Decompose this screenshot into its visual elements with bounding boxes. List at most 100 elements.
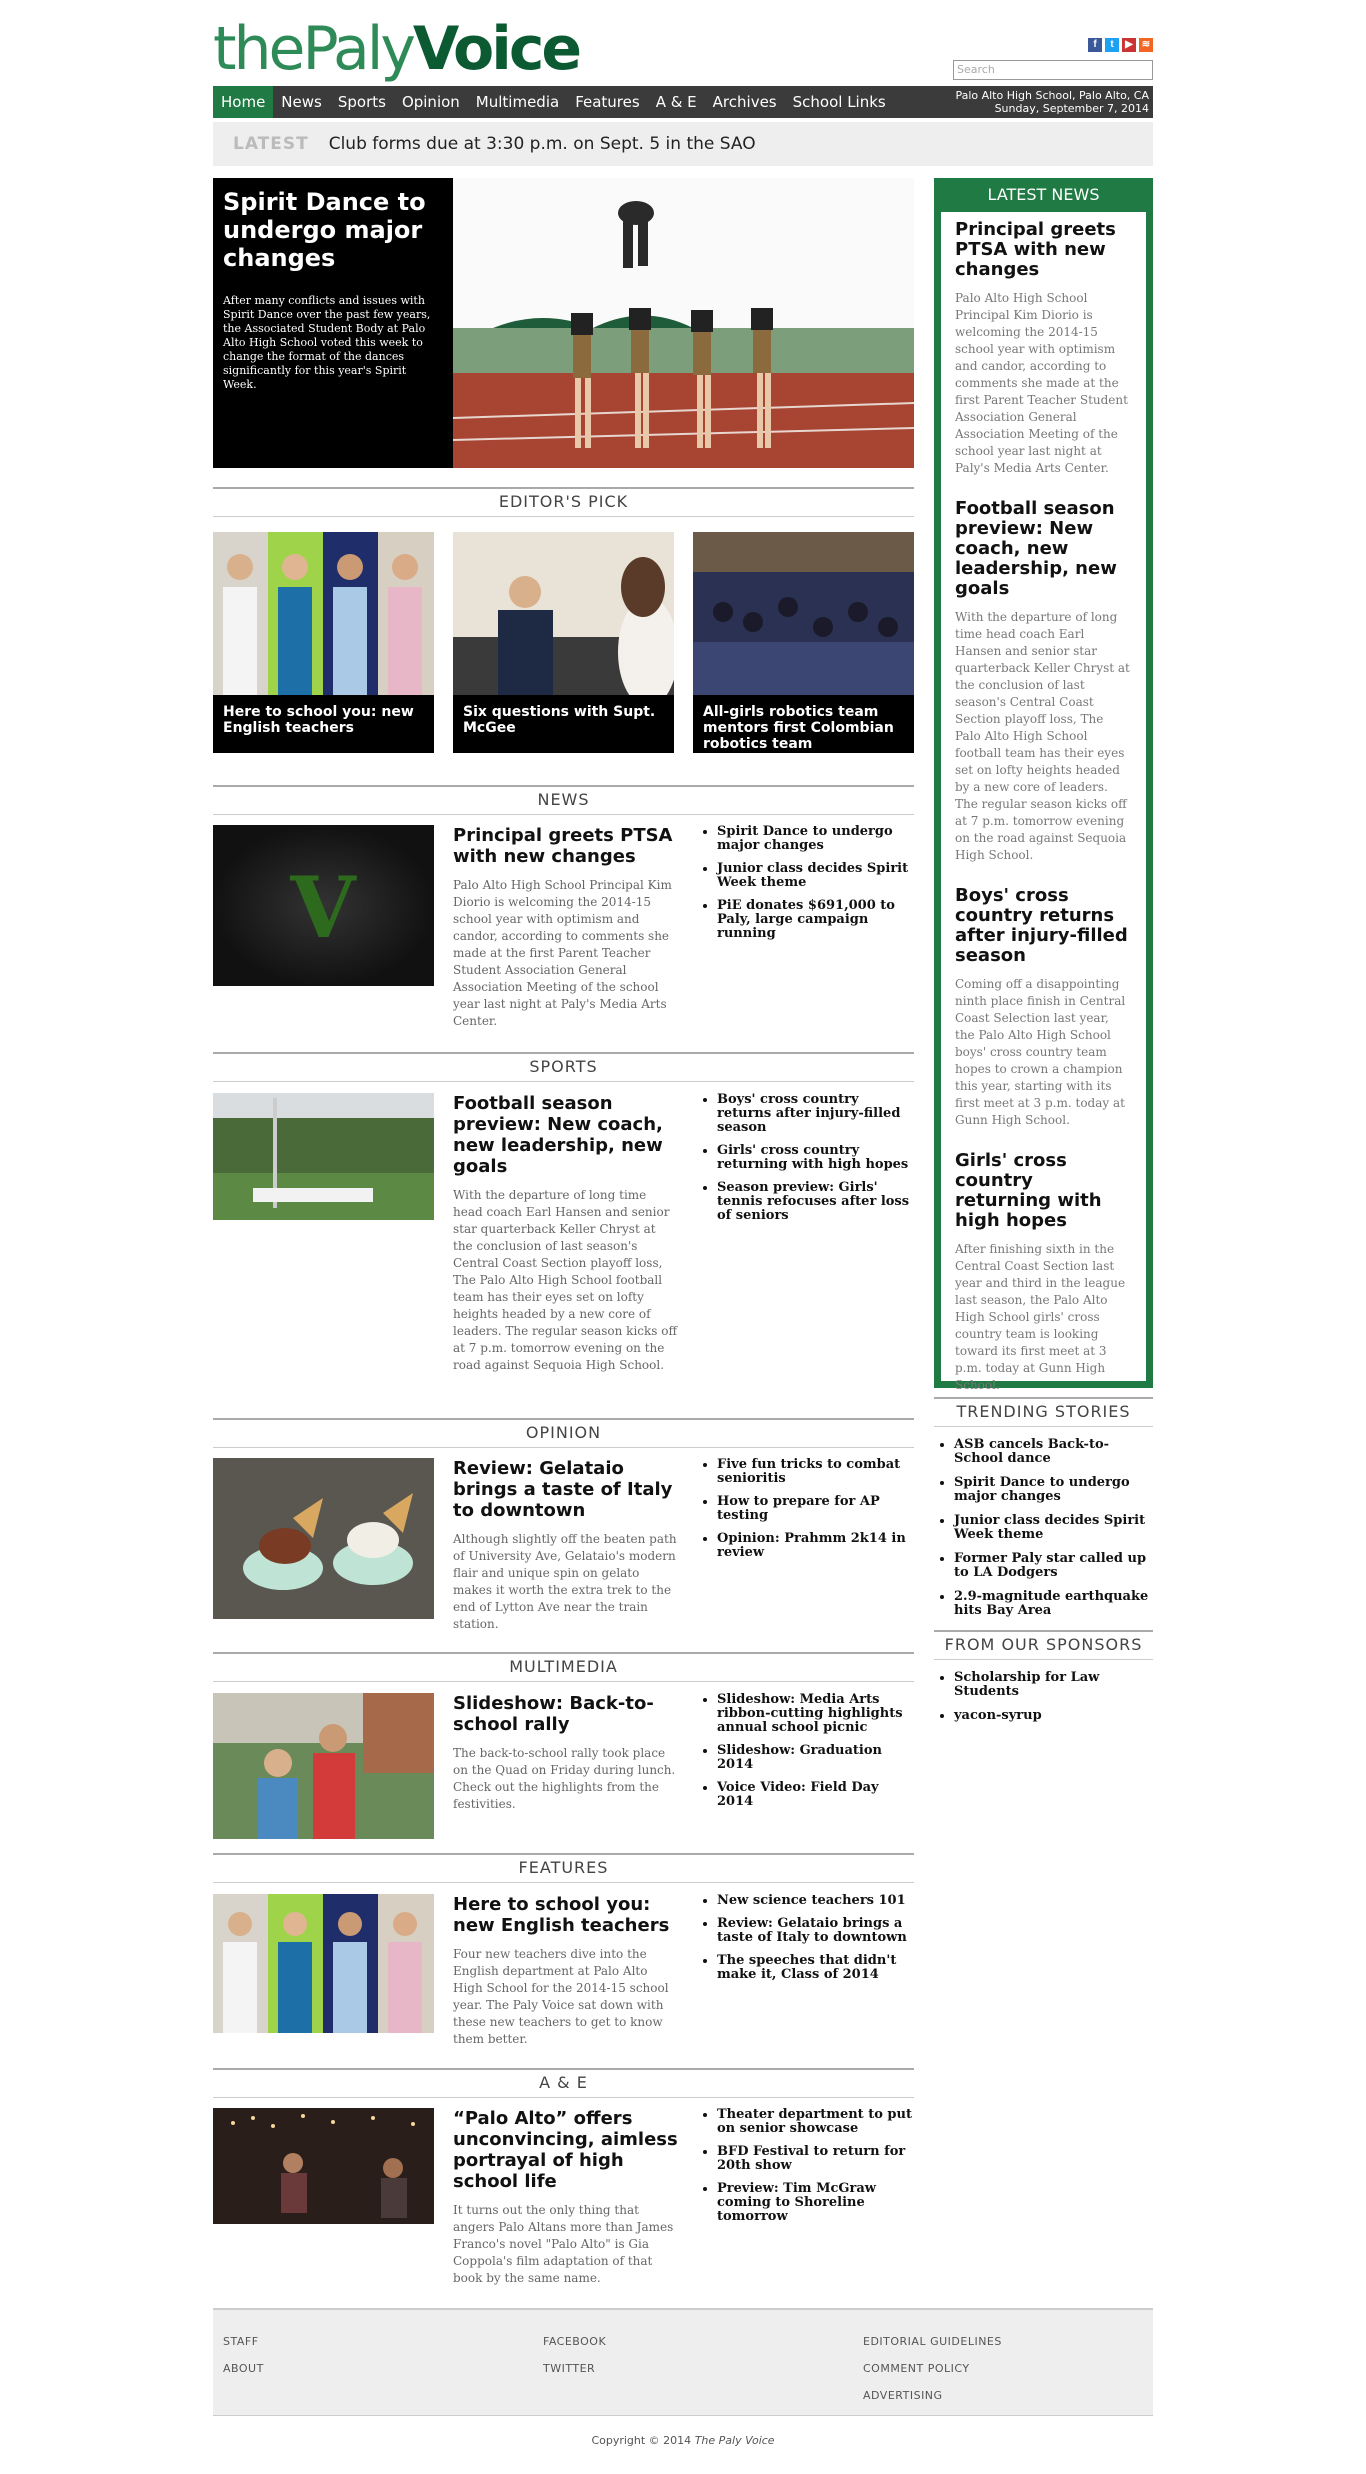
related-link[interactable]: PiE donates $691,000 to Paly, large camp… — [717, 899, 914, 941]
current-date: Sunday, September 7, 2014 — [994, 102, 1149, 115]
copyright: Copyright © 2014 The Paly Voice — [213, 2434, 1153, 2447]
related-link[interactable]: Five fun tricks to combat senioritis — [717, 1458, 914, 1486]
related-link[interactable]: New science teachers 101 — [717, 1894, 914, 1908]
trending-link[interactable]: Junior class decides Spirit Week theme — [954, 1514, 1153, 1542]
related-link[interactable]: Opinion: Prahmm 2k14 in review — [717, 1532, 914, 1560]
nav-school-links[interactable]: School Links — [785, 86, 894, 118]
opinion-heading: OPINION — [213, 1418, 914, 1448]
robotics-image — [693, 532, 914, 695]
ae-heading: A & E — [213, 2068, 914, 2098]
trending-link[interactable]: 2.9-magnitude earthquake hits Bay Area — [954, 1590, 1153, 1618]
latest-news-title[interactable]: Boys' cross country returns after injury… — [955, 886, 1132, 966]
feature-image[interactable] — [453, 178, 914, 468]
editors-pick-item[interactable]: Six questions with Supt. McGee — [453, 532, 674, 753]
footer-link-advertising[interactable]: ADVERTISING — [863, 2382, 1002, 2409]
opinion-thumbnail[interactable] — [213, 1458, 434, 1619]
logo-voice: Voice — [412, 14, 582, 84]
editors-pick-item[interactable]: Here to school you: new English teachers — [213, 532, 434, 753]
trending-heading: TRENDING STORIES — [934, 1397, 1153, 1427]
site-logo[interactable]: thePalyVoice — [213, 14, 582, 86]
school-location: Palo Alto High School, Palo Alto, CA — [955, 89, 1149, 102]
related-link[interactable]: Spirit Dance to undergo major changes — [717, 825, 914, 853]
footer-col-2: FACEBOOK TWITTER — [543, 2328, 606, 2382]
twitter-icon[interactable]: t — [1105, 38, 1119, 52]
footer-link-about[interactable]: ABOUT — [223, 2355, 264, 2382]
related-link[interactable]: Slideshow: Media Arts ribbon-cutting hig… — [717, 1693, 914, 1735]
related-link[interactable]: Voice Video: Field Day 2014 — [717, 1781, 914, 1809]
related-link[interactable]: Girls' cross country returning with high… — [717, 1144, 914, 1172]
editors-pick-caption[interactable]: Here to school you: new English teachers — [213, 695, 434, 753]
features-heading: FEATURES — [213, 1853, 914, 1883]
related-link[interactable]: The speeches that didn't make it, Class … — [717, 1954, 914, 1982]
related-link[interactable]: Junior class decides Spirit Week theme — [717, 862, 914, 890]
trending-list: ASB cancels Back-to-School dance Spirit … — [934, 1438, 1153, 1628]
latest-news-title[interactable]: Football season preview: New coach, new … — [955, 499, 1132, 599]
youtube-icon[interactable]: ▶ — [1122, 38, 1136, 52]
ae-related: Theater department to put on senior show… — [701, 2108, 914, 2233]
editors-pick-caption[interactable]: All-girls robotics team mentors first Co… — [693, 695, 914, 753]
related-link[interactable]: Review: Gelataio brings a taste of Italy… — [717, 1917, 914, 1945]
related-link[interactable]: Preview: Tim McGraw coming to Shoreline … — [717, 2182, 914, 2224]
search-input[interactable]: Search — [953, 60, 1153, 80]
footer-link-editorial-guidelines[interactable]: EDITORIAL GUIDELINES — [863, 2328, 1002, 2355]
trending-link[interactable]: Spirit Dance to undergo major changes — [954, 1476, 1153, 1504]
sponsors-list: Scholarship for Law Students yacon-syrup — [934, 1671, 1153, 1733]
ae-desc: It turns out the only thing that angers … — [453, 2203, 674, 2285]
footer-link-facebook[interactable]: FACEBOOK — [543, 2328, 606, 2355]
rss-icon[interactable]: ≋ — [1139, 38, 1153, 52]
latest-news-desc: Coming off a disappointing ninth place f… — [955, 977, 1126, 1127]
features-title[interactable]: Here to school you: new English teachers — [453, 1894, 678, 1936]
nav-multimedia[interactable]: Multimedia — [468, 86, 567, 118]
opinion-title[interactable]: Review: Gelataio brings a taste of Italy… — [453, 1458, 678, 1521]
latest-news-item: Girls' cross country returning with high… — [955, 1151, 1132, 1394]
related-link[interactable]: Season preview: Girls' tennis refocuses … — [717, 1181, 914, 1223]
nav-ae[interactable]: A & E — [648, 86, 705, 118]
footer-link-twitter[interactable]: TWITTER — [543, 2355, 606, 2382]
feature-story[interactable]: Spirit Dance to undergo major changes Af… — [213, 178, 914, 468]
related-link[interactable]: How to prepare for AP testing — [717, 1495, 914, 1523]
sponsor-link[interactable]: yacon-syrup — [954, 1709, 1153, 1723]
footer-link-comment-policy[interactable]: COMMENT POLICY — [863, 2355, 1002, 2382]
multimedia-title[interactable]: Slideshow: Back-to-school rally — [453, 1693, 678, 1735]
latest-news-heading: LATEST NEWS — [987, 185, 1100, 204]
footer-col-1: STAFF ABOUT — [223, 2328, 264, 2382]
latest-ticker: LATEST Club forms due at 3:30 p.m. on Se… — [213, 122, 1153, 166]
nav-archives[interactable]: Archives — [705, 86, 785, 118]
sports-thumbnail[interactable] — [213, 1093, 434, 1220]
latest-news-title[interactable]: Girls' cross country returning with high… — [955, 1151, 1132, 1231]
multimedia-thumbnail[interactable] — [213, 1693, 434, 1839]
editors-pick-item[interactable]: All-girls robotics team mentors first Co… — [693, 532, 914, 753]
nav-features[interactable]: Features — [567, 86, 648, 118]
sponsor-link[interactable]: Scholarship for Law Students — [954, 1671, 1153, 1699]
trending-link[interactable]: Former Paly star called up to LA Dodgers — [954, 1552, 1153, 1580]
news-title[interactable]: Principal greets PTSA with new changes — [453, 825, 678, 867]
ae-thumbnail[interactable] — [213, 2108, 434, 2224]
feature-title[interactable]: Spirit Dance to undergo major changes — [223, 188, 443, 272]
news-thumbnail[interactable]: V — [213, 825, 434, 986]
latest-headline[interactable]: Club forms due at 3:30 p.m. on Sept. 5 i… — [329, 134, 756, 154]
sports-heading: SPORTS — [213, 1052, 914, 1082]
related-link[interactable]: BFD Festival to return for 20th show — [717, 2145, 914, 2173]
trending-link[interactable]: ASB cancels Back-to-School dance — [954, 1438, 1153, 1466]
nav-sports[interactable]: Sports — [330, 86, 394, 118]
editors-pick-heading: EDITOR'S PICK — [213, 487, 914, 517]
sports-title[interactable]: Football season preview: New coach, new … — [453, 1093, 678, 1177]
sports-related: Boys' cross country returns after injury… — [701, 1093, 914, 1232]
nav-opinion[interactable]: Opinion — [394, 86, 468, 118]
ae-title[interactable]: “Palo Alto” offers unconvincing, aimless… — [453, 2108, 678, 2192]
multimedia-desc: The back-to-school rally took place on t… — [453, 1746, 676, 1811]
related-link[interactable]: Slideshow: Graduation 2014 — [717, 1744, 914, 1772]
footer-link-staff[interactable]: STAFF — [223, 2328, 264, 2355]
nav-home[interactable]: Home — [213, 86, 274, 118]
features-thumbnail[interactable] — [213, 1894, 434, 2033]
related-link[interactable]: Boys' cross country returns after injury… — [717, 1093, 914, 1135]
latest-news-item: Principal greets PTSA with new changes P… — [955, 220, 1132, 477]
nav-news[interactable]: News — [273, 86, 330, 118]
logo-paly: Paly — [302, 14, 415, 84]
related-link[interactable]: Theater department to put on senior show… — [717, 2108, 914, 2136]
facebook-icon[interactable]: f — [1088, 38, 1102, 52]
latest-news-title[interactable]: Principal greets PTSA with new changes — [955, 220, 1132, 280]
editors-pick-caption[interactable]: Six questions with Supt. McGee — [453, 695, 674, 753]
opinion-desc: Although slightly off the beaten path of… — [453, 1532, 677, 1631]
multimedia-related: Slideshow: Media Arts ribbon-cutting hig… — [701, 1693, 914, 1818]
